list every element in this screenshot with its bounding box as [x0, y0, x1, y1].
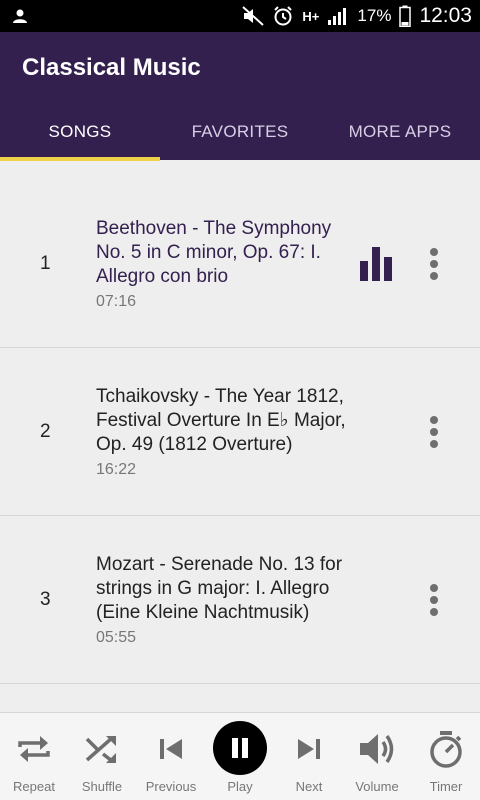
tab-bar: SONGS FAVORITES MORE APPS [0, 104, 480, 160]
app-title: Classical Music [22, 54, 201, 81]
next-button[interactable]: Next [275, 713, 343, 800]
song-duration: 16:22 [96, 461, 137, 478]
volume-icon [360, 734, 394, 764]
previous-button[interactable]: Previous [137, 713, 205, 800]
network-type: H+ [302, 8, 320, 24]
battery-icon [399, 5, 412, 27]
more-options-button[interactable] [418, 246, 450, 282]
timer-label: Timer [429, 779, 463, 794]
song-number: 1 [40, 253, 51, 274]
status-bar: H+ 17% 12:03 [0, 0, 480, 32]
song-info: Mozart - Serenade No. 13 for strings in … [96, 516, 346, 684]
volume-button[interactable]: Volume [343, 713, 411, 800]
next-label: Next [295, 779, 323, 794]
volume-label: Volume [355, 779, 399, 794]
play-control: Play [206, 713, 274, 800]
song-number: 2 [40, 421, 51, 442]
player-controls: Repeat Shuffle Previous Play Next Volume… [0, 712, 480, 800]
song-number: 3 [40, 589, 51, 610]
more-vertical-icon [430, 248, 438, 280]
song-title: Mozart - Serenade No. 13 for strings in … [96, 554, 343, 623]
tab-more-apps[interactable]: MORE APPS [320, 104, 480, 160]
tab-indicator [0, 157, 160, 161]
song-info: Beethoven - The Symphony No. 5 in C mino… [96, 180, 346, 348]
now-playing-equalizer-icon [360, 247, 392, 281]
song-row[interactable]: 1 Beethoven - The Symphony No. 5 in C mi… [0, 180, 480, 348]
shuffle-label: Shuffle [81, 779, 123, 794]
more-options-button[interactable] [418, 582, 450, 618]
repeat-button[interactable]: Repeat [0, 713, 68, 800]
alarm-icon [274, 6, 293, 26]
skip-previous-icon [160, 739, 182, 759]
song-info: Tchaikovsky - The Year 1812, Festival Ov… [96, 348, 346, 516]
shuffle-button[interactable]: Shuffle [68, 713, 136, 800]
battery-percent: 17% [357, 6, 392, 25]
notification-person-icon [13, 9, 27, 23]
song-title: Tchaikovsky - The Year 1812, Festival Ov… [96, 386, 346, 455]
play-label: Play [227, 779, 253, 794]
status-icons: H+ 17% 12:03 [242, 0, 472, 32]
timer-button[interactable]: Timer [412, 713, 480, 800]
mute-icon [242, 6, 265, 26]
tab-songs[interactable]: SONGS [0, 104, 160, 160]
shuffle-icon [85, 736, 116, 763]
app-bar: Classical Music SONGS FAVORITES MORE APP… [0, 32, 480, 161]
song-title: Beethoven - The Symphony No. 5 in C mino… [96, 218, 332, 287]
song-duration: 05:55 [96, 629, 137, 646]
signal-icon [328, 8, 347, 25]
song-row[interactable]: 3 Mozart - Serenade No. 13 for strings i… [0, 516, 480, 684]
timer-icon [430, 731, 462, 768]
skip-next-icon [298, 739, 320, 759]
more-options-button[interactable] [418, 414, 450, 450]
tab-favorites[interactable]: FAVORITES [160, 104, 320, 160]
more-vertical-icon [430, 584, 438, 616]
song-row[interactable]: 2 Tchaikovsky - The Year 1812, Festival … [0, 348, 480, 516]
song-duration: 07:16 [96, 293, 137, 310]
previous-label: Previous [145, 779, 197, 794]
song-list: 1 Beethoven - The Symphony No. 5 in C mi… [0, 180, 480, 684]
more-vertical-icon [430, 416, 438, 448]
repeat-icon [18, 736, 50, 762]
clock: 12:03 [419, 4, 472, 27]
repeat-label: Repeat [13, 779, 55, 794]
